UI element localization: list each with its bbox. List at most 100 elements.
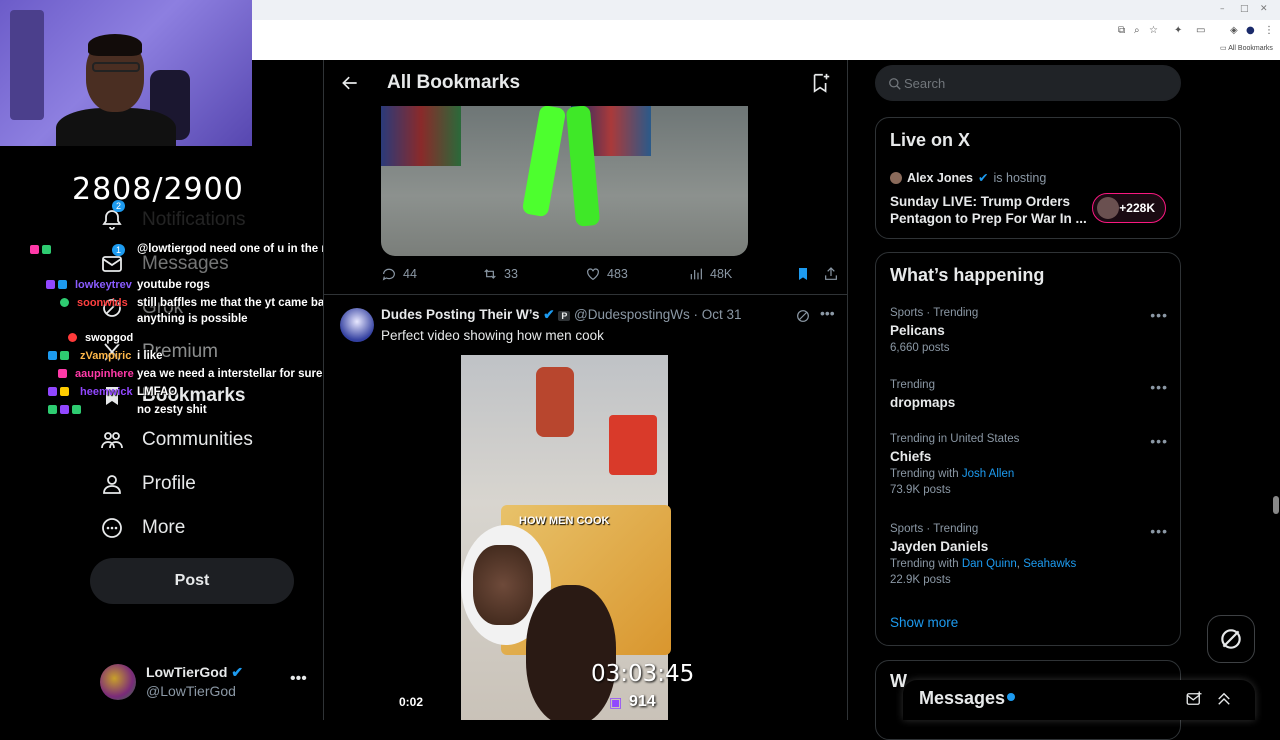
- grok-icon: [1221, 629, 1241, 649]
- chat-username: heemwick: [80, 386, 133, 398]
- page-header: All Bookmarks: [324, 60, 847, 106]
- close-window-icon[interactable]: ✕: [1260, 4, 1268, 14]
- unread-dot: [1007, 693, 1015, 701]
- avatar: [100, 664, 136, 700]
- avatar: [1097, 197, 1119, 219]
- share-icon[interactable]: [823, 266, 839, 282]
- chat-message: still baffles me that the yt came back,: [137, 297, 341, 309]
- trend-link[interactable]: Seahawks: [1023, 558, 1076, 570]
- verified-icon: ✔: [978, 171, 989, 185]
- nav-notifications[interactable]: 2 Notifications: [100, 200, 246, 232]
- ellipsis-icon[interactable]: •••: [290, 670, 307, 688]
- stream-timer: 03:03:45: [591, 661, 695, 687]
- chat-message: youtube rogs: [137, 279, 210, 291]
- chat-message: no zesty shit: [137, 404, 207, 416]
- tweet-more-icon[interactable]: •••: [820, 305, 835, 321]
- ellipsis-icon[interactable]: •••: [1150, 433, 1168, 449]
- scrollbar[interactable]: [1272, 60, 1280, 720]
- chat-message: LMFAO: [137, 386, 178, 398]
- star-icon[interactable]: ☆: [1149, 25, 1158, 36]
- trend-link[interactable]: Dan Quinn: [962, 558, 1017, 570]
- show-more-link[interactable]: Show more: [890, 615, 958, 630]
- minimize-icon[interactable]: –: [1220, 4, 1225, 14]
- grok-icon[interactable]: [795, 308, 811, 324]
- nav-label-profile: Profile: [142, 473, 196, 494]
- viewer-count: 914: [629, 693, 656, 710]
- nav-more[interactable]: More: [100, 516, 185, 540]
- tweet-meta: @DudespostingWs · Oct 31: [574, 307, 742, 322]
- video-caption: HOW MEN COOK: [519, 515, 610, 527]
- grok-floating-button[interactable]: [1207, 615, 1255, 663]
- chat-message: i like: [137, 350, 163, 362]
- sidebar-icon[interactable]: ▭: [1196, 25, 1205, 36]
- views-icon: [690, 268, 702, 280]
- bookmark-add-icon[interactable]: [810, 72, 832, 94]
- chat-badge: [58, 280, 67, 289]
- trend-item[interactable]: Sports · Trending Jayden Daniels Trendin…: [890, 523, 1170, 586]
- video-timestamp: 0:02: [399, 695, 424, 709]
- repost-button[interactable]: 33: [482, 266, 585, 282]
- reply-icon: [382, 268, 395, 281]
- zoom-icon[interactable]: ⌕: [1134, 25, 1140, 36]
- main-column: All Bookmarks 44 33 483 48K Dudes Postin…: [323, 60, 848, 720]
- bookmark-filled-icon[interactable]: [795, 266, 811, 282]
- tweet-author-name[interactable]: Dudes Posting Their W’s ✔ P: [381, 307, 571, 323]
- repost-icon: [484, 269, 496, 279]
- post-button[interactable]: Post: [90, 558, 294, 604]
- chat-badge: [72, 405, 81, 414]
- live-listener-count[interactable]: +228K: [1092, 193, 1166, 223]
- browser-tab-bar: [252, 0, 1280, 20]
- scrollbar-thumb[interactable]: [1273, 496, 1279, 514]
- search-input[interactable]: [904, 66, 1164, 100]
- maximize-icon[interactable]: □: [1240, 4, 1249, 14]
- reply-button[interactable]: 44: [381, 266, 482, 282]
- tweet-text: Perfect video showing how men cook: [381, 328, 604, 343]
- live-host[interactable]: Alex Jones ✔ is hosting: [890, 170, 1046, 185]
- browser-menu-icon[interactable]: ⋮: [1264, 25, 1274, 36]
- chat-badge: [48, 405, 57, 414]
- chevrons-up-icon[interactable]: [1215, 690, 1233, 708]
- trend-item[interactable]: Trending dropmaps •••: [890, 379, 1170, 410]
- chat-badge: [60, 405, 69, 414]
- tweet-media-video[interactable]: [381, 106, 748, 256]
- account-handle: @LowTierGod: [146, 683, 236, 699]
- nav-messages[interactable]: 1 Messages: [100, 244, 229, 276]
- account-name: LowTierGod ✔: [146, 664, 244, 680]
- nav-communities[interactable]: Communities: [100, 428, 253, 452]
- views-button[interactable]: 48K: [688, 266, 790, 282]
- trend-item[interactable]: Sports · Trending Pelicans 6,660 posts •…: [890, 307, 1170, 354]
- ellipsis-icon[interactable]: •••: [1150, 307, 1168, 323]
- new-message-icon[interactable]: [1185, 690, 1203, 708]
- messages-title: Messages: [919, 688, 1006, 708]
- tweet-media-video[interactable]: HOW MEN COOK 0:02 03:03:45 ▣ 914: [381, 355, 748, 720]
- extensions-icon[interactable]: ✦: [1174, 25, 1182, 36]
- like-button[interactable]: 483: [585, 266, 688, 282]
- ellipsis-icon[interactable]: •••: [1150, 379, 1168, 395]
- profile-icon: [103, 475, 121, 494]
- chat-username: lowkeytrev: [75, 279, 132, 291]
- search-box[interactable]: [875, 65, 1181, 101]
- more-circle-icon: [102, 518, 122, 538]
- account-switcher[interactable]: LowTierGod ✔ @LowTierGod •••: [100, 662, 315, 702]
- messages-drawer[interactable]: Messages: [903, 680, 1255, 720]
- browser-chrome: – □ ✕ ⧉ ⌕ ☆ ✦ ▭ ◈ ● ⋮ ▭ All Bookmarks: [252, 0, 1280, 60]
- nav-profile[interactable]: Profile: [100, 472, 196, 496]
- stream-sub-counter: 2808/2900: [72, 172, 244, 207]
- chat-badge: [60, 387, 69, 396]
- back-arrow-icon[interactable]: [340, 73, 360, 93]
- profile-avatar-icon[interactable]: ●: [1246, 25, 1255, 36]
- avatar[interactable]: [340, 308, 374, 342]
- all-bookmarks-link[interactable]: ▭ All Bookmarks: [1220, 44, 1273, 52]
- trend-item[interactable]: Trending in United States Chiefs Trendin…: [890, 433, 1170, 496]
- affiliate-icon: P: [558, 311, 571, 321]
- trend-link[interactable]: Josh Allen: [962, 468, 1014, 480]
- live-on-x-panel: Live on X Alex Jones ✔ is hosting Sunday…: [875, 117, 1181, 239]
- ellipsis-icon[interactable]: •••: [1150, 523, 1168, 539]
- chat-badge: [48, 387, 57, 396]
- extension-icon[interactable]: ◈: [1230, 25, 1238, 36]
- live-headline[interactable]: Sunday LIVE: Trump Orders Pentagon to Pr…: [890, 193, 1090, 227]
- install-icon[interactable]: ⧉: [1118, 25, 1125, 36]
- chat-username: zVampiric: [80, 350, 132, 362]
- nav-label-more: More: [142, 517, 186, 538]
- divider: [324, 294, 847, 295]
